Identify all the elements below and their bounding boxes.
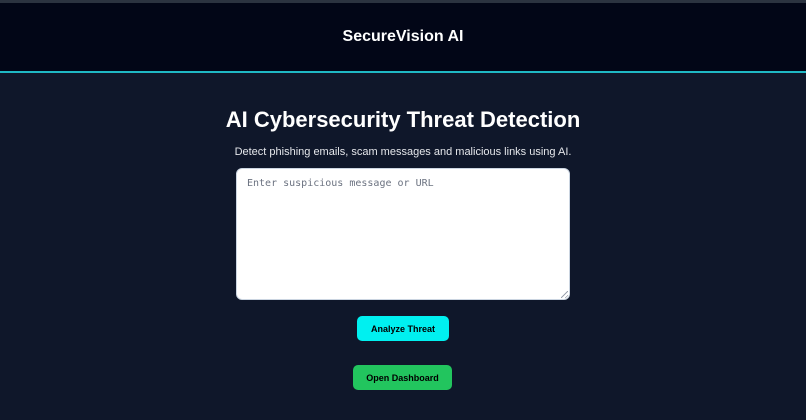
analyze-threat-button[interactable]: Analyze Threat <box>357 316 449 341</box>
threat-input[interactable] <box>236 168 570 300</box>
open-dashboard-button[interactable]: Open Dashboard <box>353 365 452 390</box>
textarea-resize-handle[interactable] <box>561 291 568 298</box>
page-subtitle: Detect phishing emails, scam messages an… <box>234 146 572 158</box>
app-header: SecureVision AI <box>0 3 806 71</box>
page-title: AI Cybersecurity Threat Detection <box>225 107 581 132</box>
main-content: AI Cybersecurity Threat Detection Detect… <box>0 73 806 420</box>
brand-title: SecureVision AI <box>342 28 464 45</box>
